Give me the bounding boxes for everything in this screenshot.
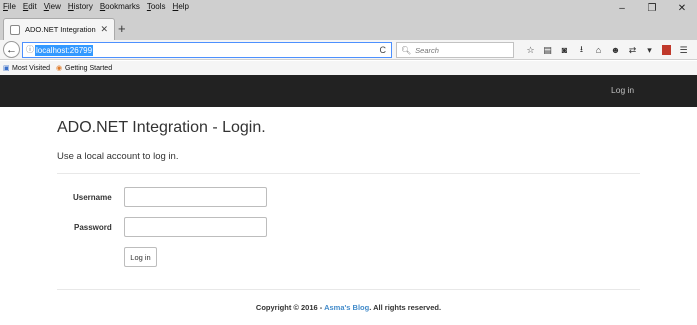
bookmark-getting-started[interactable]: ◉ Getting Started [56,65,112,72]
firefox-icon: ◉ [56,64,63,72]
login-button[interactable]: Log in [124,247,157,267]
close-window-icon[interactable]: ✕ [667,0,697,16]
minimize-icon[interactable]: – [607,0,637,16]
footer-blog-link[interactable]: Asma's Blog [324,303,369,312]
bookmark-label: Getting Started [65,64,113,72]
hamburger-menu-icon[interactable]: ☰ [675,42,692,58]
site-info-icon[interactable]: ⓘ [26,45,35,55]
sync-icon[interactable]: ⇄ [624,42,641,58]
bookmark-most-visited[interactable]: ▣ Most Visited [3,65,50,72]
search-box[interactable]: 🔍︎ [396,42,514,58]
bookmark-star-icon[interactable]: ☆ [522,42,539,58]
browser-toolbar: ☆ ▤ ◙ ⭳ ⌂ ☻ ⇄ ▾ ☰ [522,42,692,58]
menu-view[interactable]: View [44,1,61,12]
page-title: ADO.NET Integration - Login. [57,119,266,136]
tab-title: ADO.NET Integration - Lo... [25,25,96,34]
back-button[interactable]: ← [3,41,20,58]
clipboard-icon[interactable]: ▤ [539,42,556,58]
divider [57,173,640,174]
footer-copyright-prefix: Copyright © 2016 - [255,303,325,312]
home-icon[interactable]: ⌂ [590,42,607,58]
address-bar[interactable]: ⓘ localhost:26799 C [22,42,392,58]
search-icon: 🔍︎ [401,45,412,55]
extension-icon[interactable] [662,45,671,55]
menu-history[interactable]: History [68,1,93,12]
bookmarks-toolbar: ▣ Most Visited ◉ Getting Started [0,61,697,75]
browser-tab-active[interactable]: ADO.NET Integration - Lo... ✕ [3,18,115,40]
username-label: Username [73,193,112,202]
footer-divider [57,289,640,290]
dropdown-chevron-icon[interactable]: ▾ [641,42,658,58]
page-subtitle: Use a local account to log in. [57,151,179,162]
menu-help[interactable]: Help [173,1,189,12]
page-favicon-icon [10,24,20,35]
bookmark-folder-icon: ▣ [3,64,10,72]
password-field[interactable] [124,217,267,237]
new-tab-button[interactable]: + [118,21,126,37]
site-navbar: Log in [0,75,697,107]
download-icon[interactable]: ⭳ [573,42,590,58]
restore-icon[interactable]: ❐ [637,0,667,16]
menu-tools[interactable]: Tools [147,1,166,12]
footer: Copyright © 2016 - Asma's Blog. All righ… [0,303,697,312]
reload-icon[interactable]: C [380,44,387,56]
window-controls: – ❐ ✕ [607,0,697,16]
menu-edit[interactable]: Edit [23,1,37,12]
menu-bookmarks[interactable]: Bookmarks [100,1,140,12]
menu-bar: File Edit View History Bookmarks Tools H… [3,1,189,12]
browser-titlebar: File Edit View History Bookmarks Tools H… [0,0,697,40]
footer-copyright-suffix: . All rights reserved. [369,303,442,312]
bookmark-label: Most Visited [12,64,50,72]
username-field[interactable] [124,187,267,207]
search-input[interactable] [415,45,511,55]
url-text[interactable]: localhost:26799 [35,45,94,56]
menu-file[interactable]: File [3,1,16,12]
nav-login-link[interactable]: Log in [611,85,634,95]
browser-navigation-bar: ← ⓘ localhost:26799 C 🔍︎ ☆ ▤ ◙ ⭳ ⌂ ☻ ⇄ ▾… [0,40,697,60]
password-label: Password [74,223,112,232]
tab-close-icon[interactable]: ✕ [100,24,108,35]
smiley-icon[interactable]: ☻ [607,42,624,58]
pocket-icon[interactable]: ◙ [556,42,573,58]
